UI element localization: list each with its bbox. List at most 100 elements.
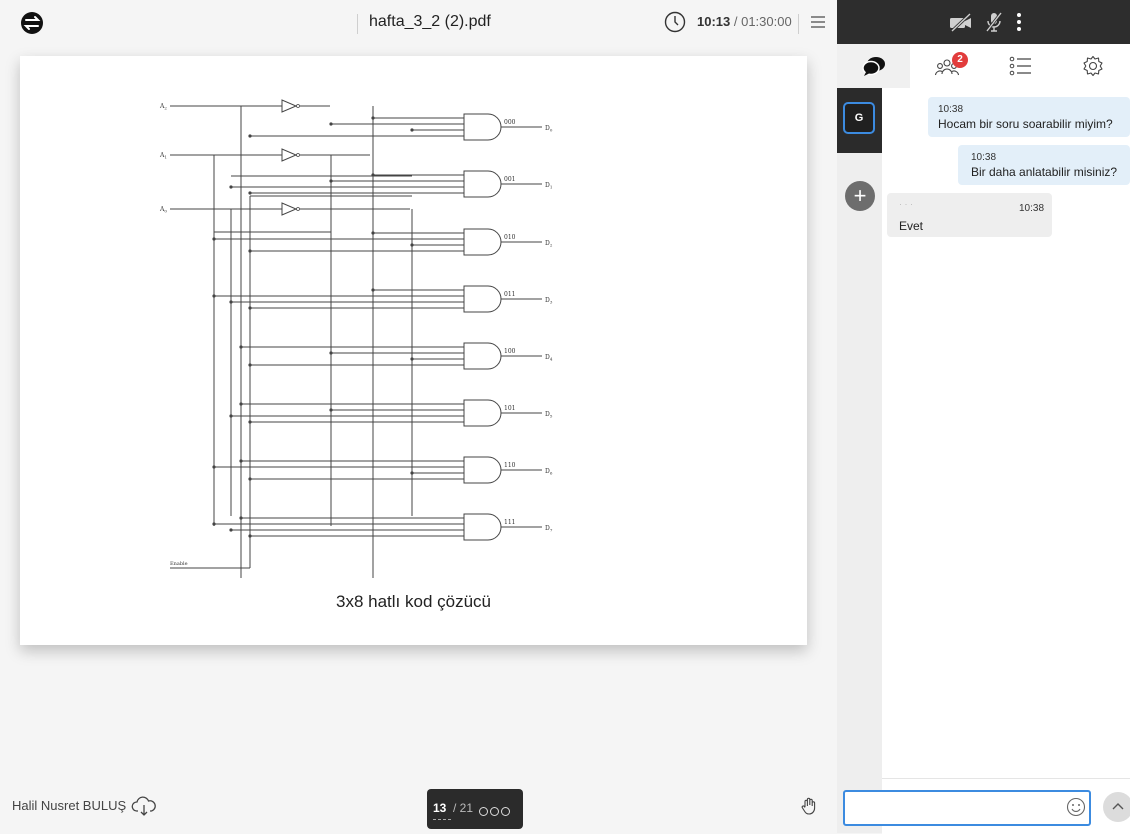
chat-messages: 10:38 Hocam bir soru soarabilir miyim? 1… (882, 88, 1130, 778)
junction-dot (248, 306, 252, 310)
page-navigator[interactable]: 13 / 21 (427, 789, 523, 829)
input-label: A2 (159, 103, 167, 111)
sender-placeholder: · · · (899, 199, 913, 209)
emoji-icon[interactable] (1066, 797, 1086, 817)
junction-dot (212, 237, 216, 241)
add-conversation-button[interactable]: + (845, 181, 875, 211)
participants-badge: 2 (952, 52, 968, 68)
and-gate (463, 456, 502, 484)
slide-caption: 3x8 hatlı kod çözücü (336, 592, 491, 611)
cloud-download-icon[interactable] (131, 795, 157, 817)
menu-divider (798, 14, 799, 34)
inverter-gate (281, 148, 298, 162)
and-gate (463, 285, 502, 313)
output-code: 001 (504, 176, 515, 183)
and-gate (463, 399, 502, 427)
chat-input[interactable] (843, 790, 1091, 826)
junction-dot (329, 408, 333, 412)
output-label: D7 (545, 525, 553, 533)
junction-dot (229, 185, 233, 189)
page-current: 13 (433, 801, 447, 815)
title-divider (357, 14, 358, 34)
microphone-off-icon[interactable] (984, 11, 1004, 33)
enable-label: Enable (170, 561, 188, 567)
output-label: D1 (545, 182, 552, 190)
viewer-topbar: hafta_3_2 (2).pdf 10:13 / 01:30:00 (0, 0, 835, 48)
rail-active-bg: G (837, 88, 882, 153)
session-timer: 10:13 / 01:30:00 (697, 14, 792, 29)
junction-dot (248, 363, 252, 367)
panel-tabs: 2 (837, 44, 1130, 89)
junction-dot (410, 357, 414, 361)
camera-off-icon[interactable] (949, 12, 973, 32)
presenter-name: Halil Nusret BULUŞ (12, 798, 127, 813)
and-gate (463, 113, 502, 141)
decoder-circuit-diagram: A2 A1 A0 000 D0 001 D1 010 D2 011 D3 100 D4 101 D5 110 D… (159, 99, 553, 578)
output-code: 000 (504, 119, 516, 126)
junction-dot (212, 294, 216, 298)
raise-hand-icon[interactable] (799, 796, 819, 816)
junction-dot (239, 516, 243, 520)
output-label: D4 (545, 354, 553, 362)
message-text: Bir daha anlatabilir misiniz? (971, 165, 1118, 179)
junction-dot (371, 231, 375, 235)
tab-list[interactable] (983, 44, 1056, 88)
timer-separator: / (730, 14, 742, 29)
junction-dot (212, 465, 216, 469)
junction-dot (239, 345, 243, 349)
more-options-icon[interactable] (1015, 12, 1023, 32)
junction-dot (239, 459, 243, 463)
message-time: 10:38 (1019, 203, 1045, 214)
chat-message: · · · 10:38 Evet (887, 193, 1052, 237)
junction-dot (371, 173, 375, 177)
junction-dot (329, 179, 333, 183)
list-icon (1009, 56, 1031, 76)
message-text: Evet (899, 219, 924, 233)
junction-dot (229, 414, 233, 418)
output-code: 010 (504, 234, 516, 241)
tab-chat[interactable] (837, 44, 910, 88)
hamburger-menu-icon[interactable] (809, 13, 827, 31)
input-label: A1 (159, 152, 167, 160)
and-gate (463, 170, 502, 198)
junction-dot (410, 243, 414, 247)
conversation-rail: G + (837, 88, 882, 833)
junction-dot (248, 477, 252, 481)
junction-dot (248, 534, 252, 538)
output-code: 110 (504, 462, 516, 469)
chat-message: 10:38 Bir daha anlatabilir misiniz? (958, 145, 1130, 185)
tab-participants[interactable]: 2 (910, 44, 983, 88)
page-dots-icon[interactable] (479, 803, 512, 821)
inverter-gate (281, 202, 298, 216)
output-label: D3 (545, 297, 553, 305)
timer-total: 01:30:00 (741, 14, 792, 29)
settings-icon (1083, 55, 1103, 77)
chat-icon (862, 57, 885, 76)
chat-message: 10:38 Hocam bir soru soarabilir miyim? (928, 97, 1130, 137)
and-gate (463, 513, 502, 541)
output-label: D0 (545, 125, 553, 133)
inverter-gate (281, 99, 298, 113)
junction-dot (371, 288, 375, 292)
output-code: 101 (504, 405, 515, 412)
junction-dot (229, 300, 233, 304)
output-label: D2 (545, 240, 553, 248)
send-button[interactable] (1103, 792, 1130, 822)
tab-settings[interactable] (1056, 44, 1129, 88)
and-gate (463, 228, 502, 256)
message-time: 10:38 (938, 104, 964, 115)
app-logo-icon[interactable] (20, 11, 44, 35)
avatar[interactable]: G (843, 102, 875, 134)
presentation-slide: A2 A1 A0 000 D0 001 D1 010 D2 011 D3 100 D4 101 D5 110 D… (20, 56, 807, 645)
media-controls-bar (837, 0, 1130, 44)
junction-dot (410, 471, 414, 475)
junction-dot (229, 528, 233, 532)
output-code: 100 (504, 348, 516, 355)
output-label: D6 (545, 468, 553, 476)
junction-dot (248, 420, 252, 424)
junction-dot (329, 122, 333, 126)
output-code: 011 (504, 291, 515, 298)
timer-elapsed: 10:13 (697, 14, 731, 29)
output-code: 111 (504, 519, 515, 526)
junction-dot (248, 134, 252, 138)
